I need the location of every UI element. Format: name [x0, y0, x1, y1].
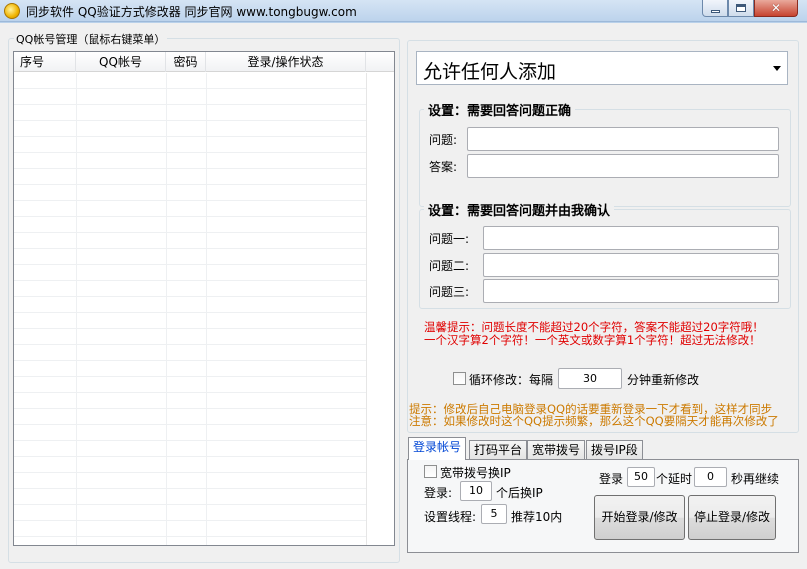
notice-line2: 注意：如果修改时这个QQ提示频繁，那么这个QQ要隔天才能再次修改了	[409, 414, 779, 428]
minimize-icon	[710, 9, 720, 13]
threads-hint: 推荐10内	[511, 510, 563, 524]
question-three-input[interactable]	[483, 279, 779, 303]
question-one-input[interactable]	[483, 226, 779, 250]
answer-label: 答案:	[429, 160, 458, 174]
delay-count-input[interactable]: 50	[627, 467, 655, 487]
question-two-label: 问题二:	[429, 259, 470, 273]
delay-mid-label: 个延时	[656, 472, 693, 486]
tab-captcha-platform[interactable]: 打码平台	[469, 440, 528, 460]
tab-login-account[interactable]: 登录帐号	[408, 437, 467, 460]
window-client: QQ帐号管理（鼠标右键菜单） 序号 QQ帐号 密码 登录/操作状态 允许任何人添…	[0, 23, 807, 569]
column-header-extra[interactable]	[366, 52, 394, 72]
column-header-qq[interactable]: QQ帐号	[76, 52, 166, 72]
question-two-input[interactable]	[483, 253, 779, 277]
question-label: 问题:	[429, 133, 458, 147]
title-bar[interactable]: 同步软件 QQ验证方式修改器 同步官网 www.tongbugw.com ✕	[0, 0, 807, 22]
answer-input[interactable]	[467, 154, 779, 178]
loop-modify-checkbox[interactable]	[453, 372, 466, 385]
broadband-ip-checkbox[interactable]	[424, 465, 437, 478]
login-switch-suffix: 个后换IP	[496, 486, 543, 500]
accounts-list-body[interactable]	[14, 73, 366, 545]
close-icon: ✕	[770, 1, 782, 15]
grid-line	[76, 73, 77, 545]
tab-dial-ip-range[interactable]: 拨号IP段	[586, 440, 643, 460]
login-switch-count-input[interactable]: 10	[460, 481, 492, 501]
threads-label: 设置线程:	[424, 510, 477, 524]
chevron-down-icon	[773, 66, 781, 71]
maximize-button[interactable]	[728, 0, 754, 17]
loop-minutes-suffix: 分钟重新修改	[627, 373, 700, 387]
column-header-password[interactable]: 密码	[166, 52, 206, 72]
question-three-label: 问题三:	[429, 285, 470, 299]
broadband-ip-label: 宽带拨号换IP	[440, 466, 511, 480]
answer-question-title: 设置：需要回答问题正确	[424, 100, 576, 119]
minimize-button[interactable]	[702, 0, 728, 17]
grid-line	[166, 73, 167, 545]
maximize-icon	[736, 4, 746, 12]
grid-line	[206, 73, 207, 545]
column-header-index[interactable]: 序号	[14, 52, 76, 72]
loop-modify-label: 循环修改：每隔	[469, 373, 554, 387]
start-login-button[interactable]: 开始登录/修改	[594, 495, 685, 540]
question-input[interactable]	[467, 127, 779, 151]
tab-broadband-dial[interactable]: 宽带拨号	[527, 440, 586, 460]
close-button[interactable]: ✕	[754, 0, 798, 17]
app-icon	[4, 3, 20, 19]
column-header-status[interactable]: 登录/操作状态	[206, 52, 366, 72]
delay-seconds-input[interactable]: 0	[694, 467, 727, 487]
confirm-questions-title: 设置：需要回答问题并由我确认	[424, 200, 615, 219]
warm-tip-line2: 一个汉字算2个字符！一个英文或数字算1个字符！超过无法修改！	[424, 333, 761, 347]
verify-mode-select[interactable]: 允许任何人添加	[416, 51, 788, 85]
window-title: 同步软件 QQ验证方式修改器 同步官网 www.tongbugw.com	[26, 5, 357, 19]
threads-input[interactable]: 5	[481, 504, 507, 524]
accounts-list-header: 序号 QQ帐号 密码 登录/操作状态	[14, 52, 394, 72]
grid-line	[366, 73, 367, 545]
delay-suffix: 秒再继续	[731, 472, 780, 486]
accounts-list[interactable]: 序号 QQ帐号 密码 登录/操作状态	[13, 51, 395, 546]
stop-login-button[interactable]: 停止登录/修改	[688, 495, 776, 540]
verify-mode-value: 允许任何人添加	[423, 61, 557, 83]
delay-prefix: 登录	[599, 472, 624, 486]
accounts-group-label: QQ帐号管理（鼠标右键菜单）	[14, 31, 168, 47]
loop-minutes-input[interactable]: 30	[558, 368, 622, 389]
question-one-label: 问题一:	[429, 232, 470, 246]
login-switch-prefix: 登录:	[424, 486, 453, 500]
